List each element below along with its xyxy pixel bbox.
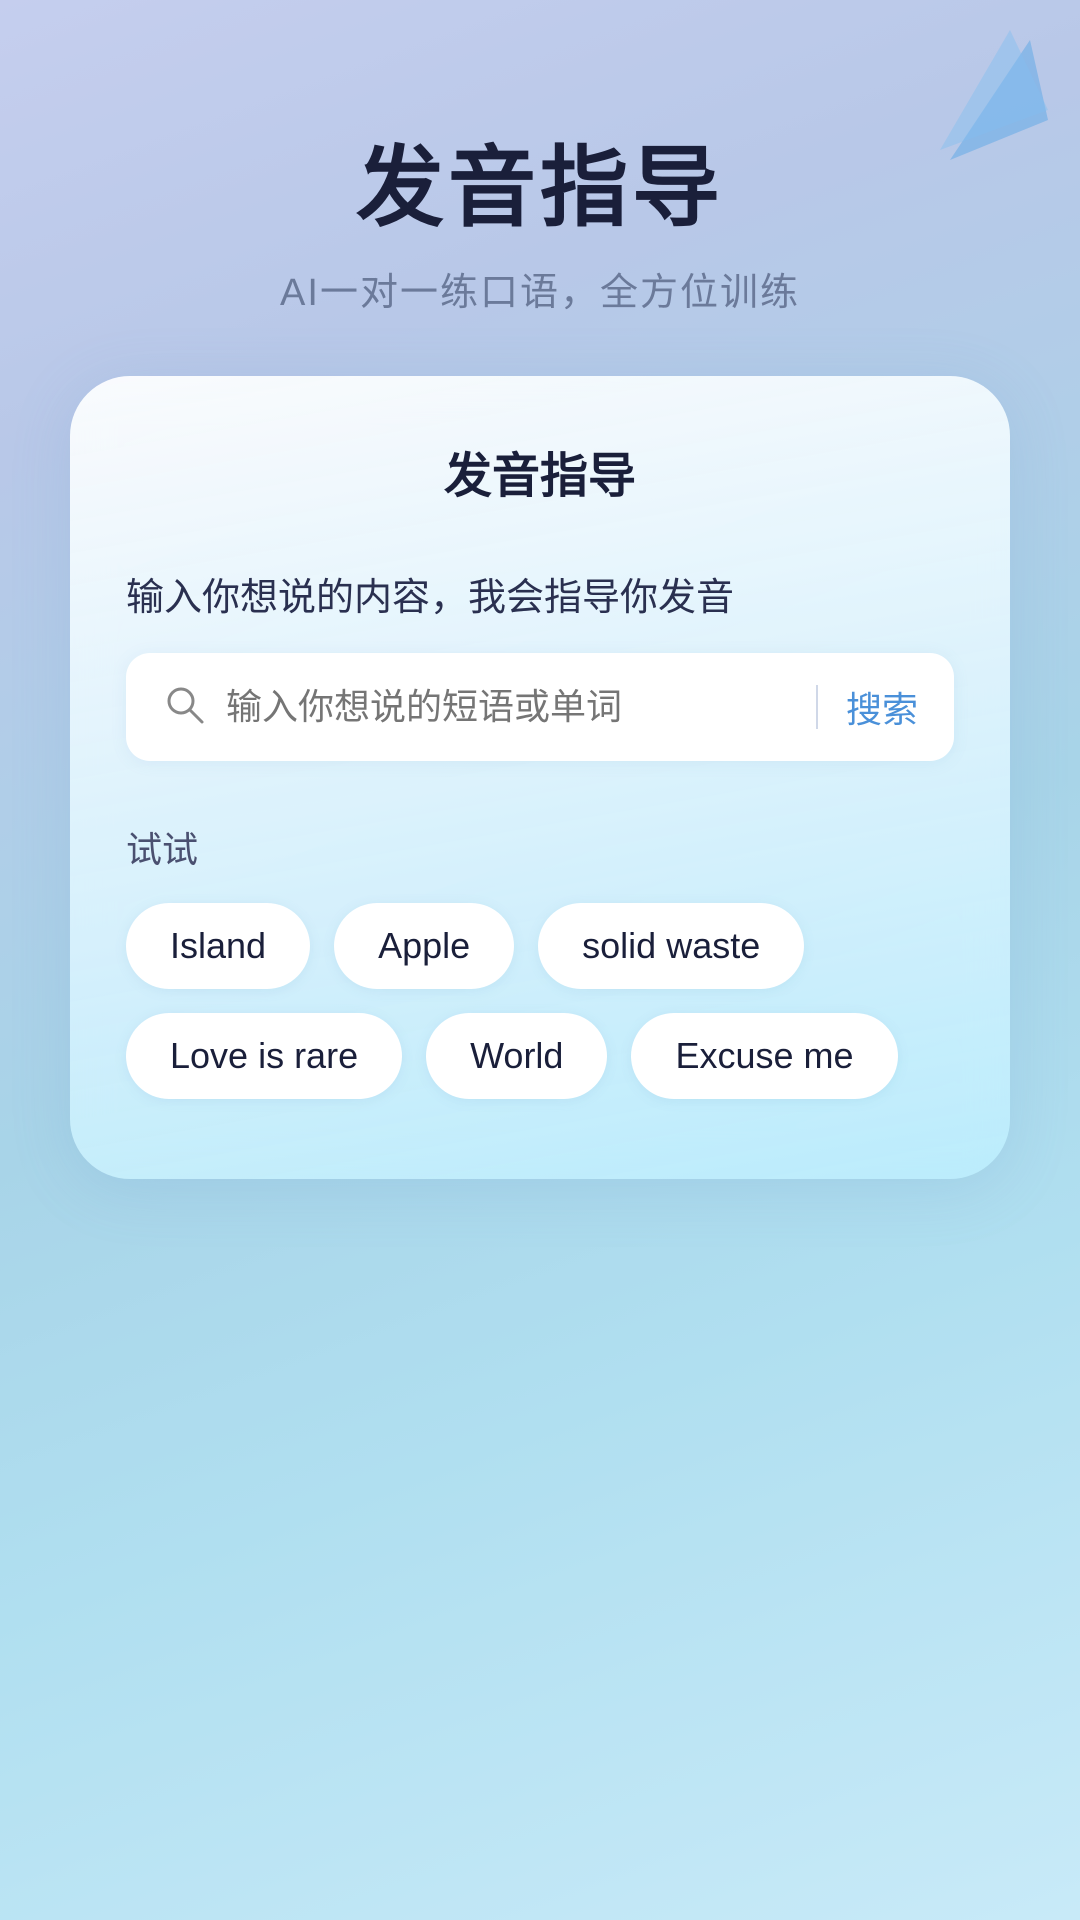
instruction-text: 输入你想说的内容，我会指导你发音	[126, 566, 954, 621]
search-input[interactable]	[226, 686, 788, 728]
tag-button[interactable]: Apple	[334, 903, 514, 989]
card-title: 发音指导	[126, 436, 954, 506]
tag-button[interactable]: solid waste	[538, 903, 804, 989]
search-divider	[816, 685, 818, 729]
page-title: 发音指导	[356, 140, 724, 237]
page-subtitle: AI一对一练口语，全方位训练	[280, 261, 800, 316]
decorative-triangle	[890, 20, 1050, 180]
tag-button[interactable]: Excuse me	[631, 1013, 897, 1099]
search-button[interactable]: 搜索	[846, 681, 918, 733]
tag-button[interactable]: World	[426, 1013, 607, 1099]
main-card: 发音指导 输入你想说的内容，我会指导你发音 搜索 试试 Island Apples…	[70, 376, 1010, 1179]
tags-container: Island Apple solid waste Love is rare World E…	[126, 903, 954, 1099]
search-icon	[162, 682, 206, 731]
tag-button[interactable]: Island	[126, 903, 310, 989]
tag-button[interactable]: Love is rare	[126, 1013, 402, 1099]
search-bar: 搜索	[126, 653, 954, 761]
try-label: 试试	[126, 821, 954, 873]
